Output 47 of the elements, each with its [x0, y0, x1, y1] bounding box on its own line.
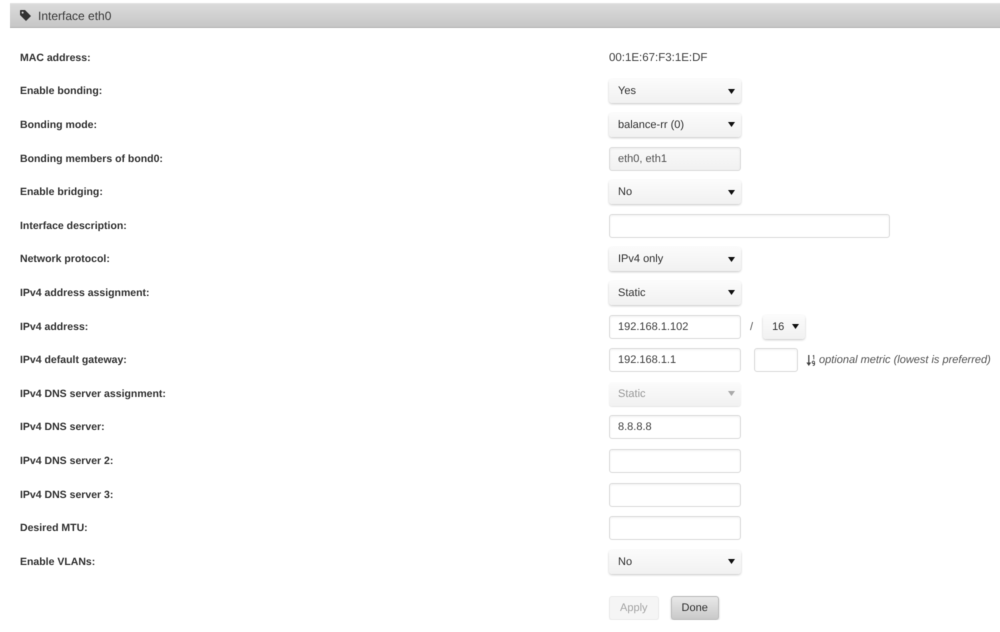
text-field[interactable]	[609, 516, 741, 540]
tag-icon	[20, 10, 31, 21]
dropdown[interactable]: balance-rr (0)	[609, 112, 741, 137]
field-label: Enable bridging:	[20, 186, 103, 198]
field-label: IPv4 DNS server 3:	[20, 488, 114, 501]
dropdown[interactable]: IPv4 only	[609, 247, 741, 272]
field-label: IPv4 address:	[20, 320, 88, 333]
dropdown[interactable]: 16	[763, 314, 806, 339]
dropdown[interactable]: Yes	[609, 79, 741, 104]
field-label: Interface description:	[20, 220, 127, 232]
field-label: Bonding mode:	[20, 118, 97, 131]
text-field[interactable]: eth0, eth1	[609, 146, 741, 171]
caret-icon	[728, 88, 735, 94]
field-label: IPv4 address assignment:	[20, 286, 150, 299]
text-field[interactable]: 8.8.8.8	[609, 415, 741, 440]
caret-icon	[792, 324, 800, 330]
field-label: Bonding members of bond0:	[20, 152, 163, 165]
dropdown[interactable]: No	[609, 180, 741, 204]
caret-icon	[728, 122, 735, 128]
gateway-field[interactable]: 192.168.1.1	[609, 348, 741, 372]
field-label: Network protocol:	[20, 253, 110, 266]
caret-icon	[728, 256, 735, 262]
caret-icon	[728, 190, 735, 195]
ip-address-field[interactable]: 192.168.1.102	[609, 314, 741, 339]
caret-icon	[728, 391, 735, 396]
slash-separator: /	[750, 320, 754, 333]
field-label: IPv4 default gateway:	[20, 354, 127, 366]
caret-icon	[728, 290, 735, 296]
mac-address-value: 00:1E:67:F3:1E:DF	[609, 52, 708, 64]
text-field[interactable]	[609, 448, 741, 473]
field-label: Enable bonding:	[20, 85, 102, 98]
text-field[interactable]	[609, 214, 890, 238]
field-label: Desired MTU:	[20, 522, 88, 534]
sort-numeric-icon	[806, 354, 816, 366]
dropdown[interactable]: No	[609, 550, 741, 574]
panel-title: Interface eth0	[38, 8, 112, 22]
metric-field[interactable]	[754, 348, 798, 372]
field-label: IPv4 DNS server assignment:	[20, 388, 166, 400]
dropdown[interactable]: Static	[609, 280, 741, 305]
field-label: MAC address:	[20, 52, 91, 64]
field-label: IPv4 DNS server:	[20, 421, 105, 434]
caret-icon	[728, 559, 735, 564]
form-button[interactable]: Done	[670, 596, 719, 620]
metric-hint: optional metric (lowest is preferred)	[819, 354, 991, 366]
text-field[interactable]	[609, 482, 741, 507]
field-label: Enable VLANs:	[20, 556, 96, 568]
field-label: IPv4 DNS server 2:	[20, 454, 114, 467]
